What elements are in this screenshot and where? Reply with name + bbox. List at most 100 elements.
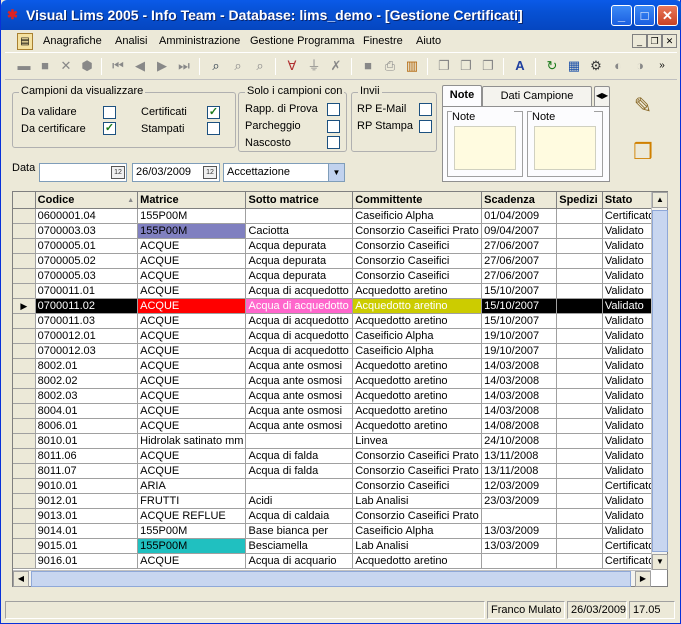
cell-sotto-matrice[interactable]: Acqua di acquedotto xyxy=(245,328,354,344)
cell-matrice[interactable]: ACQUE xyxy=(137,553,247,569)
da-validare-checkbox[interactable] xyxy=(103,106,116,119)
column-header-codice[interactable]: Codice ▲ xyxy=(35,192,139,209)
parcheggio-checkbox[interactable] xyxy=(327,120,340,133)
horizontal-scrollbar[interactable]: ◀ ▶ xyxy=(13,570,651,587)
table-row[interactable]: 9010.01 ARIA Consorzio Caseifici 12/03/2009… xyxy=(13,478,667,494)
table-row[interactable]: 8002.01 ACQUE Acqua ante osmosi Acquedotto … xyxy=(13,358,667,374)
toolbar-overflow-icon[interactable]: » xyxy=(653,57,671,75)
menu-anagrafiche[interactable]: Anagrafiche xyxy=(43,35,102,47)
row-selector[interactable] xyxy=(13,403,36,419)
row-selector[interactable] xyxy=(13,283,36,299)
cell-matrice[interactable]: ACQUE xyxy=(137,268,247,284)
cell-matrice[interactable]: ACQUE xyxy=(137,463,247,479)
table-row[interactable]: 0700003.03 155P00M Caciotta Consorzio Casei… xyxy=(13,223,667,239)
cell-sotto-matrice[interactable]: Acqua depurata xyxy=(245,268,354,284)
certificati-checkbox[interactable]: ✓ xyxy=(207,106,220,119)
cell-committente[interactable]: Acquedotto aretino xyxy=(352,373,483,389)
cell-codice[interactable]: 0600001.04 xyxy=(35,208,139,224)
chevron-down-icon[interactable]: ▼ xyxy=(328,164,344,181)
cell-scadenza[interactable]: 15/10/2007 xyxy=(481,283,558,299)
cell-sotto-matrice[interactable]: Acidi xyxy=(245,493,354,509)
cell-spedizione[interactable] xyxy=(556,283,603,299)
cell-sotto-matrice[interactable]: Acqua di acquedotto xyxy=(245,283,354,299)
scroll-down-icon[interactable]: ▼ xyxy=(652,554,668,570)
cell-spedizione[interactable] xyxy=(556,358,603,374)
cell-matrice[interactable]: ACQUE xyxy=(137,313,247,329)
cell-matrice[interactable]: ARIA xyxy=(137,478,247,494)
row-selector[interactable] xyxy=(13,343,36,359)
cell-spedizione[interactable] xyxy=(556,538,603,554)
table-row[interactable]: 8011.06 ACQUE Acqua di falda Consorzio Case… xyxy=(13,448,667,464)
cell-codice[interactable]: 8004.01 xyxy=(35,403,139,419)
cell-matrice[interactable]: ACQUE xyxy=(137,418,247,434)
cell-scadenza[interactable]: 13/03/2009 xyxy=(481,523,558,539)
cell-sotto-matrice[interactable] xyxy=(245,433,354,449)
cell-scadenza[interactable]: 27/06/2007 xyxy=(481,253,558,269)
cell-codice[interactable]: 9013.01 xyxy=(35,508,139,524)
cell-codice[interactable]: 0700005.02 xyxy=(35,253,139,269)
row-selector[interactable] xyxy=(13,208,36,224)
cell-spedizione[interactable] xyxy=(556,313,603,329)
refresh-icon[interactable]: ↻ xyxy=(543,57,561,75)
cell-scadenza[interactable] xyxy=(481,553,558,569)
title-bar[interactable]: ✱ Visual Lims 2005 - Info Team - Databas… xyxy=(1,0,681,30)
scroll-left-icon[interactable]: ◀ xyxy=(13,571,29,587)
row-selector[interactable] xyxy=(13,553,36,569)
cell-committente[interactable]: Consorzio Caseifici xyxy=(352,253,483,269)
rp-stampa-checkbox[interactable] xyxy=(419,120,432,133)
cell-codice[interactable]: 0700012.03 xyxy=(35,343,139,359)
cell-sotto-matrice[interactable]: Acqua depurata xyxy=(245,238,354,254)
cell-spedizione[interactable] xyxy=(556,493,603,509)
row-selector[interactable] xyxy=(13,448,36,464)
cell-sotto-matrice[interactable]: Acqua di caldaia xyxy=(245,508,354,524)
cell-matrice[interactable]: 155P00M xyxy=(137,538,247,554)
table-row[interactable]: 0600001.04 155P00M Caseificio Alpha 01/04/2… xyxy=(13,208,667,224)
row-selector[interactable] xyxy=(13,358,36,374)
rp-email-checkbox[interactable] xyxy=(419,103,432,116)
cell-codice[interactable]: 0700011.01 xyxy=(35,283,139,299)
cell-codice[interactable]: 9012.01 xyxy=(35,493,139,509)
row-selector[interactable] xyxy=(13,538,36,554)
save-icon[interactable]: ■ xyxy=(36,57,54,75)
cell-codice[interactable]: 0700005.03 xyxy=(35,268,139,284)
cell-committente[interactable]: Acquedotto aretino xyxy=(352,283,483,299)
cell-spedizione[interactable] xyxy=(556,343,603,359)
row-selector[interactable] xyxy=(13,268,36,284)
cell-spedizione[interactable] xyxy=(556,523,603,539)
cell-codice[interactable]: 8002.02 xyxy=(35,373,139,389)
cell-matrice[interactable]: 155P00M xyxy=(137,208,247,224)
properties-icon[interactable]: ⚙ xyxy=(587,57,605,75)
cell-codice[interactable]: 8002.01 xyxy=(35,358,139,374)
cell-matrice[interactable]: ACQUE xyxy=(137,298,247,314)
cell-scadenza[interactable]: 15/10/2007 xyxy=(481,298,558,314)
prev-record-icon[interactable]: ◀ xyxy=(131,57,149,75)
cell-matrice[interactable]: ACQUE xyxy=(137,373,247,389)
font-icon[interactable]: A xyxy=(511,57,529,75)
cell-spedizione[interactable] xyxy=(556,508,603,524)
tab-dati-campione[interactable]: Dati Campione xyxy=(482,86,592,106)
cell-matrice[interactable]: ACQUE xyxy=(137,388,247,404)
cell-sotto-matrice[interactable]: Base bianca per xyxy=(245,523,354,539)
da-certificare-checkbox[interactable]: ✓ xyxy=(103,122,116,135)
menu-amministrazione[interactable]: Amministrazione xyxy=(159,35,240,47)
table-row[interactable]: 0700012.03 ACQUE Acqua di acquedotto Caseif… xyxy=(13,343,667,359)
cell-committente[interactable]: Acquedotto aretino xyxy=(352,418,483,434)
cell-sotto-matrice[interactable]: Acqua depurata xyxy=(245,253,354,269)
document-icon[interactable]: ▤ xyxy=(17,33,33,50)
cell-spedizione[interactable] xyxy=(556,238,603,254)
cell-sotto-matrice[interactable]: Acqua di acquedotto xyxy=(245,313,354,329)
row-selector[interactable] xyxy=(13,373,36,389)
cell-scadenza[interactable]: 13/03/2009 xyxy=(481,538,558,554)
mode-select[interactable]: Accettazione ▼ xyxy=(223,163,345,182)
cell-scadenza[interactable]: 14/03/2008 xyxy=(481,388,558,404)
cut-icon[interactable]: ❐ xyxy=(457,57,475,75)
row-selector[interactable] xyxy=(13,223,36,239)
cell-scadenza[interactable]: 27/06/2007 xyxy=(481,268,558,284)
column-header-committente[interactable]: Committente xyxy=(352,192,483,209)
row-selector[interactable] xyxy=(13,508,36,524)
stop-icon[interactable]: ■ xyxy=(359,57,377,75)
menu-finestre[interactable]: Finestre xyxy=(363,35,403,47)
cell-matrice[interactable]: ACQUE xyxy=(137,448,247,464)
find-prev-icon[interactable]: ⌕ xyxy=(251,57,269,75)
row-selector[interactable] xyxy=(13,433,36,449)
